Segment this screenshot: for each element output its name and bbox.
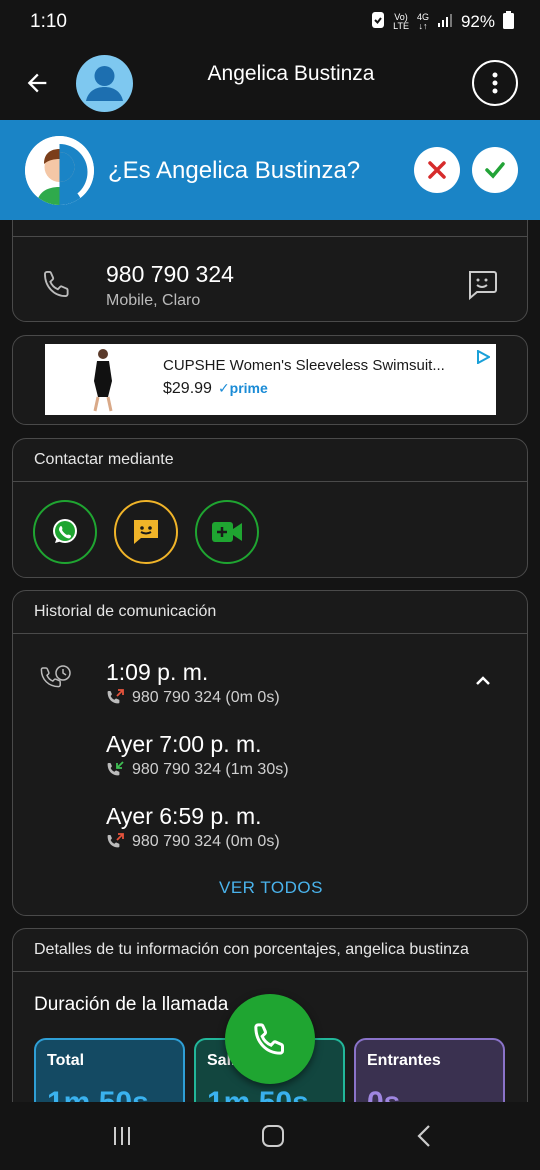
volte-indicator: Vo) LTE <box>393 12 409 31</box>
back-arrow-icon <box>27 73 47 93</box>
security-icon <box>371 11 385 34</box>
call-time: Ayer 6:59 p. m. <box>106 803 262 829</box>
communication-history-card: Historial de comunicación 1:09 p. m. 980… <box>12 590 528 916</box>
phone-number: 980 790 324 <box>106 261 234 287</box>
call-detail: 980 790 324 (0m 0s) <box>106 689 280 707</box>
ad-banner[interactable]: CUPSHE Women's Sleeveless Swimsuit... $2… <box>45 344 496 415</box>
recent-apps-button[interactable] <box>107 1122 137 1150</box>
contact-via-card: Contactar mediante <box>12 438 528 578</box>
signal-icon <box>437 12 453 33</box>
phone-row[interactable]: 980 790 324 Mobile, Claro <box>13 237 527 323</box>
contact-via-title: Contactar mediante <box>13 439 527 482</box>
whatsapp-icon <box>53 519 77 543</box>
ad-title: CUPSHE Women's Sleeveless Swimsuit... <box>163 357 445 374</box>
battery-icon <box>503 10 514 34</box>
see-all-button[interactable]: VER TODOS <box>13 878 529 898</box>
outgoing-call-icon <box>107 689 124 704</box>
recents-icon <box>114 1127 130 1145</box>
whatsapp-button[interactable] <box>33 500 97 564</box>
collapse-button[interactable] <box>471 669 495 693</box>
clock: 1:10 <box>30 11 67 32</box>
sms-icon <box>469 271 497 301</box>
battery-level: 92% <box>460 12 495 31</box>
network-indicator: 4G ↓↑ <box>416 12 429 31</box>
home-button[interactable] <box>258 1122 288 1150</box>
history-title: Historial de comunicación <box>13 591 527 634</box>
product-image <box>93 349 113 412</box>
status-icons: Vo) LTE 4G ↓↑ 92% <box>371 10 514 34</box>
avatar[interactable] <box>76 55 133 112</box>
video-icon <box>212 522 242 542</box>
identity-question: ¿Es Angelica Bustinza? <box>108 157 361 184</box>
contact-name: Angelica Bustinza <box>207 62 375 85</box>
adchoices-icon[interactable] <box>476 350 490 364</box>
person-icon <box>86 66 123 101</box>
video-call-button[interactable] <box>195 500 259 564</box>
stat-label: Entrantes <box>367 1052 441 1069</box>
call-duration-label: Duración de la llamada <box>34 994 229 1015</box>
app-bar: Angelica Bustinza <box>0 44 540 120</box>
phone-icon <box>44 271 69 297</box>
details-title: Detalles de tu información con porcentaj… <box>13 929 527 972</box>
system-nav-bar <box>0 1102 540 1170</box>
fab-phone-icon <box>254 1023 284 1055</box>
chat-button[interactable] <box>114 500 178 564</box>
ad-card: CUPSHE Women's Sleeveless Swimsuit... $2… <box>12 335 528 425</box>
nav-back-button[interactable] <box>410 1122 440 1150</box>
more-vert-icon <box>492 72 498 94</box>
call-time: Ayer 7:00 p. m. <box>106 731 262 757</box>
nav-back-icon <box>417 1125 430 1147</box>
chevron-up-icon <box>476 676 490 685</box>
prime-badge: ✓prime <box>217 380 268 396</box>
more-options-button[interactable] <box>472 60 518 106</box>
call-history-icon <box>40 665 71 688</box>
call-detail: 980 790 324 (1m 30s) <box>106 761 289 779</box>
identity-banner: ¿Es Angelica Bustinza? <box>0 120 540 220</box>
home-icon <box>262 1125 284 1147</box>
chat-icon <box>134 520 158 544</box>
incoming-call-icon <box>107 761 124 776</box>
reject-button[interactable] <box>414 147 460 193</box>
outgoing-call-icon <box>107 833 124 848</box>
ad-price: $29.99 <box>163 380 212 397</box>
split-avatar <box>25 136 94 205</box>
phone-type: Mobile, Claro <box>106 292 201 309</box>
sms-button[interactable] <box>465 267 499 301</box>
confirm-button[interactable] <box>472 147 518 193</box>
back-button[interactable] <box>20 66 54 100</box>
stat-label: Total <box>47 1052 85 1069</box>
call-detail: 980 790 324 (0m 0s) <box>106 833 280 851</box>
close-icon <box>428 161 446 179</box>
call-fab[interactable] <box>225 994 315 1084</box>
ad-price-row: $29.99 ✓prime <box>163 380 268 398</box>
check-icon <box>485 162 505 179</box>
call-time: 1:09 p. m. <box>106 659 209 685</box>
status-bar: 1:10 Vo) LTE 4G ↓↑ 92% <box>0 0 540 44</box>
